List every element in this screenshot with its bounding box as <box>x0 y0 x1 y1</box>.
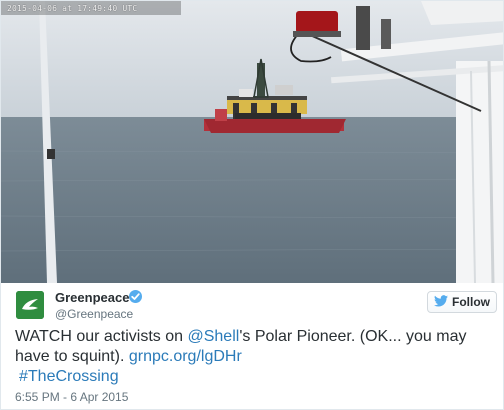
photo-timestamp: 2015-04-06 at 17:49:40 UTC <box>7 4 138 13</box>
follow-button[interactable]: Follow <box>427 291 497 313</box>
hashtag-link[interactable]: #TheCrossing <box>19 368 119 385</box>
tweet-photo[interactable]: 2015-04-06 at 17:49:40 UTC <box>1 1 503 283</box>
greenpeace-logo-icon[interactable] <box>16 291 44 319</box>
author-display-name[interactable]: Greenpeace <box>55 290 129 305</box>
url-link[interactable]: grnpc.org/lgDHr <box>129 348 242 365</box>
sea <box>1 117 503 283</box>
mention-link[interactable]: @Shell <box>187 328 239 345</box>
author-handle[interactable]: @Greenpeace <box>55 307 133 321</box>
tweet-text-part1: WATCH our activists on <box>15 328 188 345</box>
tweet-card: 2015-04-06 at 17:49:40 UTC Greenpeace @G… <box>0 0 504 410</box>
tweet-text: WATCH our activists on @Shell's Polar Pi… <box>15 327 495 387</box>
photo-scene <box>1 1 503 283</box>
twitter-bird-icon <box>434 294 448 310</box>
tweet-timestamp[interactable]: 6:55 PM - 6 Apr 2015 <box>15 390 128 404</box>
verified-badge-icon <box>129 290 142 303</box>
follow-label: Follow <box>452 295 490 309</box>
